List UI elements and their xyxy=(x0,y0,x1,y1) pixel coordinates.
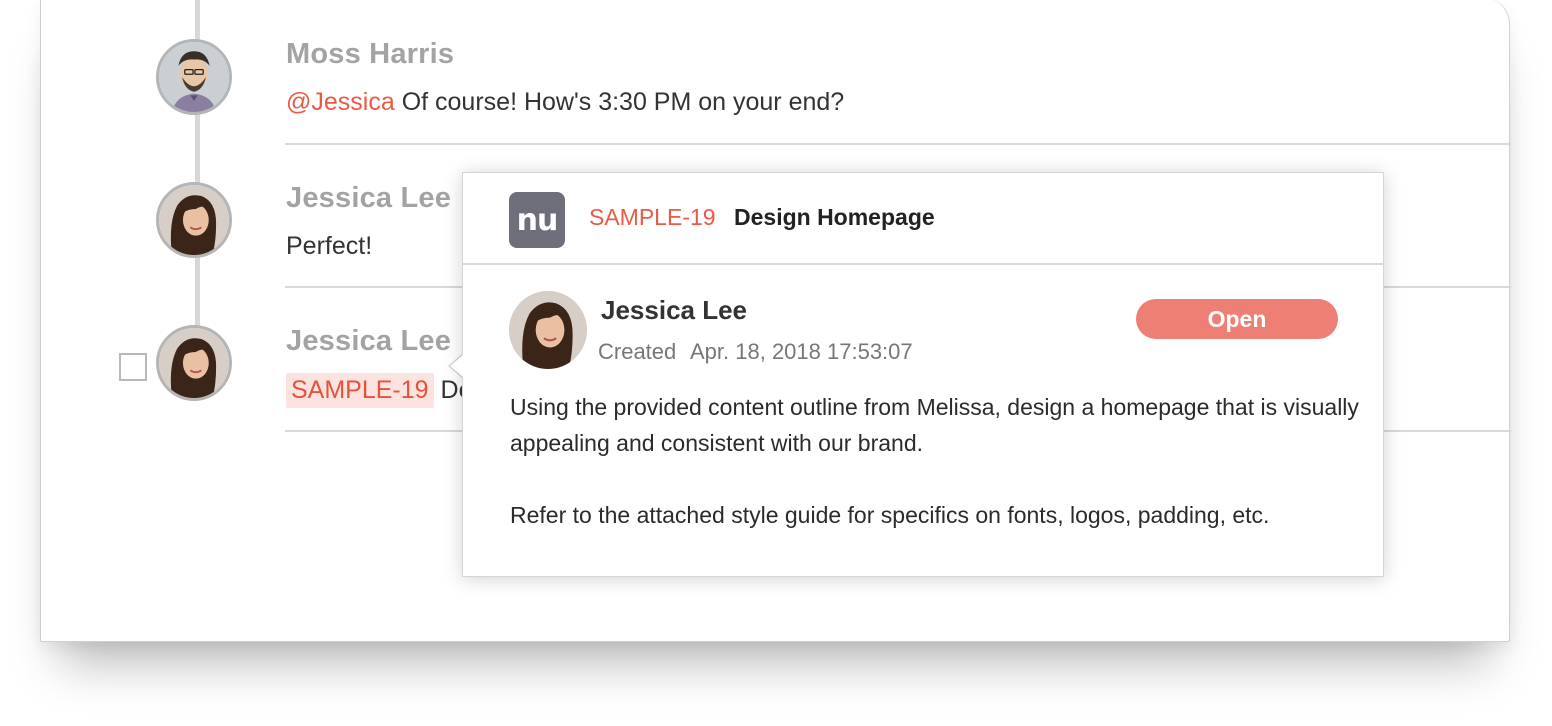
woman-portrait-icon xyxy=(159,185,229,255)
woman-portrait-icon xyxy=(159,328,229,398)
popup-caret-fill xyxy=(450,355,463,377)
message-author: Moss Harris xyxy=(286,38,455,70)
message-author: Jessica Lee xyxy=(286,325,452,357)
issue-description: Using the provided content outline from … xyxy=(510,389,1360,533)
message-author: Jessica Lee xyxy=(286,182,452,214)
app-logo-icon: nu xyxy=(509,192,565,248)
issue-author-name: Jessica Lee xyxy=(601,295,748,325)
issue-key-link[interactable]: SAMPLE-19 xyxy=(589,204,716,231)
issue-card-header: nu SAMPLE-19 Design Homepage xyxy=(463,173,1383,265)
message-body: Perfect! xyxy=(286,232,373,260)
avatar-jessica-lee[interactable] xyxy=(156,182,232,258)
man-portrait-icon xyxy=(159,42,229,112)
created-timestamp: Apr. 18, 2018 17:53:07 xyxy=(690,339,913,364)
status-badge[interactable]: Open xyxy=(1136,299,1338,339)
message-text: @Jessica Of course! How's 3:30 PM on you… xyxy=(286,88,844,117)
avatar-moss-harris[interactable] xyxy=(156,39,232,115)
avatar-jessica-lee[interactable] xyxy=(156,325,232,401)
issue-tag[interactable]: SAMPLE-19 xyxy=(286,373,434,408)
created-label: Created xyxy=(598,339,677,364)
description-paragraph: Refer to the attached style guide for sp… xyxy=(510,502,1270,528)
message-separator xyxy=(285,143,1511,145)
message-body: Of course! How's 3:30 PM on your end? xyxy=(394,88,845,116)
select-message-checkbox[interactable] xyxy=(119,353,147,381)
description-paragraph: Using the provided content outline from … xyxy=(510,394,1359,456)
issue-title[interactable]: Design Homepage xyxy=(734,204,935,231)
user-mention[interactable]: @Jessica xyxy=(286,88,395,116)
issue-preview-card: nu SAMPLE-19 Design Homepage Jessica Lee… xyxy=(462,172,1384,577)
message-text: SAMPLE-19 De xyxy=(286,373,472,408)
issue-author-avatar xyxy=(509,291,587,369)
woman-portrait-icon xyxy=(509,291,587,369)
